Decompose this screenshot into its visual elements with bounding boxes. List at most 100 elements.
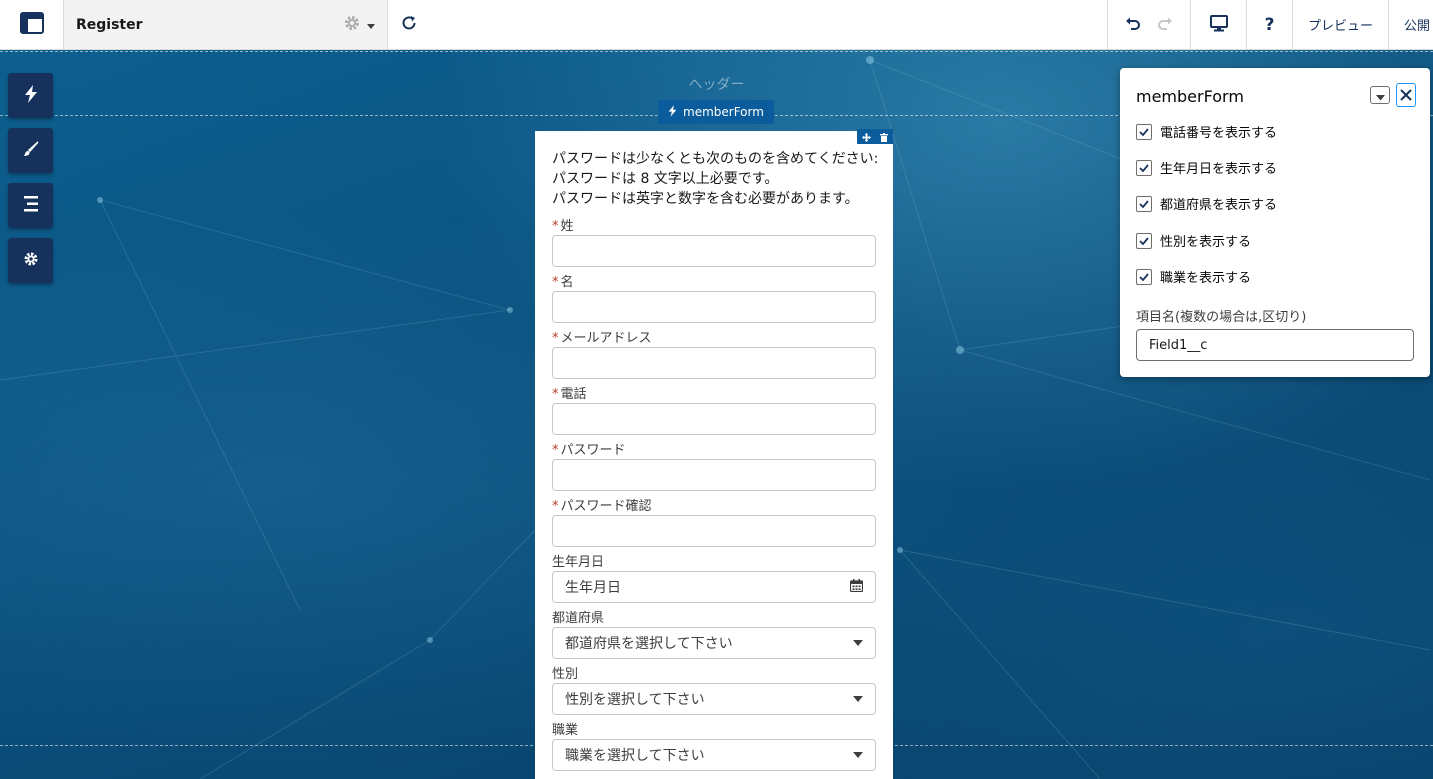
checkbox-label: 生年月日を表示する	[1160, 162, 1278, 177]
checkbox-checked-icon[interactable]	[1136, 123, 1152, 140]
lightning-icon	[668, 104, 677, 120]
label-text: パスワード	[560, 443, 626, 458]
label-text: 電話	[560, 387, 587, 402]
password-input[interactable]	[552, 459, 876, 491]
list-icon	[23, 195, 39, 217]
theme-panel-button[interactable]	[8, 128, 53, 173]
member-form-component[interactable]: パスワードは少なくとも次のものを含めてください: パスワードは 8 文字以上必要…	[535, 129, 893, 779]
show-gender-checkbox[interactable]: 性別を表示する	[1136, 231, 1251, 250]
required-marker: *	[552, 499, 559, 514]
password-confirm-input[interactable]	[552, 515, 876, 547]
birthday-label: 生年月日	[552, 555, 605, 570]
first-name-input[interactable]	[552, 291, 876, 323]
close-icon	[1400, 86, 1412, 105]
password-requirements: パスワードは少なくとも次のものを含めてください: パスワードは 8 文字以上必要…	[552, 149, 878, 209]
properties-menu-button[interactable]	[1370, 86, 1390, 104]
settings-panel-button[interactable]	[8, 238, 53, 283]
email-label: * メールアドレス	[552, 327, 652, 346]
calendar-icon[interactable]	[849, 578, 864, 596]
last-name-label: * 姓	[552, 215, 574, 234]
page-settings-menu[interactable]	[343, 14, 375, 36]
birthday-date-input[interactable]: 生年月日	[552, 571, 876, 603]
footer-region-label: フッター	[688, 770, 745, 779]
device-view-button[interactable]	[1191, 0, 1247, 49]
component-name: memberForm	[683, 105, 764, 119]
refresh-icon	[400, 14, 418, 36]
publish-button[interactable]: 公開	[1389, 0, 1433, 49]
layout-icon	[19, 11, 44, 38]
label-text: 姓	[560, 219, 574, 234]
undo-button[interactable]	[1124, 14, 1142, 36]
required-marker: *	[552, 443, 559, 458]
gender-value: 性別を選択して下さい	[565, 692, 705, 708]
close-button[interactable]	[1396, 83, 1416, 107]
layout-menu-button[interactable]	[0, 0, 64, 49]
prefecture-value: 都道府県を選択して下さい	[565, 636, 733, 652]
publish-label: 公開	[1404, 19, 1431, 34]
gender-label: 性別	[552, 667, 579, 682]
gender-select[interactable]: 性別を選択して下さい	[552, 683, 876, 715]
gear-icon	[23, 251, 39, 271]
show-phone-checkbox[interactable]: 電話番号を表示する	[1136, 122, 1277, 141]
paintbrush-icon	[23, 140, 39, 161]
required-marker: *	[552, 387, 559, 402]
builder-side-rail	[8, 73, 53, 293]
checkbox-label: 都道府県を表示する	[1160, 198, 1278, 213]
checkbox-checked-icon[interactable]	[1136, 195, 1152, 212]
refresh-button[interactable]	[388, 0, 430, 49]
components-panel-button[interactable]	[8, 73, 53, 118]
birthday-placeholder: 生年月日	[565, 580, 621, 596]
checkbox-checked-icon[interactable]	[1136, 232, 1152, 249]
email-input[interactable]	[552, 347, 876, 379]
last-name-input[interactable]	[552, 235, 876, 267]
caret-down-icon	[853, 691, 863, 707]
password-label: * パスワード	[552, 439, 626, 458]
required-marker: *	[552, 331, 559, 346]
preview-label: プレビュー	[1307, 19, 1373, 34]
occupation-label: 職業	[552, 723, 579, 738]
gear-icon	[343, 14, 361, 36]
page-structure-button[interactable]	[8, 183, 53, 228]
caret-down-icon	[1375, 86, 1385, 105]
password-rule: パスワードは少なくとも次のものを含めてください:	[552, 151, 879, 167]
caret-down-icon	[853, 635, 863, 651]
prefecture-label: 都道府県	[552, 611, 605, 626]
properties-title: memberForm	[1136, 87, 1244, 106]
checkbox-label: 職業を表示する	[1160, 271, 1252, 286]
required-marker: *	[552, 275, 559, 290]
checkbox-checked-icon[interactable]	[1136, 268, 1152, 285]
lightning-icon	[24, 84, 38, 107]
phone-input[interactable]	[552, 403, 876, 435]
show-prefecture-checkbox[interactable]: 都道府県を表示する	[1136, 194, 1277, 213]
undo-redo-group	[1107, 0, 1191, 49]
label-text: 名	[560, 275, 574, 290]
checkbox-checked-icon[interactable]	[1136, 159, 1152, 176]
show-birthday-checkbox[interactable]: 生年月日を表示する	[1136, 158, 1277, 177]
checkbox-label: 電話番号を表示する	[1160, 126, 1278, 141]
redo-button[interactable]	[1156, 14, 1174, 36]
undo-icon	[1126, 17, 1140, 30]
prefecture-select[interactable]: 都道府県を選択して下さい	[552, 627, 876, 659]
preview-button[interactable]: プレビュー	[1293, 0, 1389, 49]
builder-toolbar: Register ? プレビュー 公開	[0, 0, 1433, 50]
phone-label: * 電話	[552, 383, 587, 402]
password-rule: パスワードは 8 文字以上必要です。	[552, 171, 779, 187]
selected-component-badge[interactable]: memberForm	[658, 100, 774, 124]
required-marker: *	[552, 219, 559, 234]
component-properties-panel: memberForm 電話番号を表示する 生年月日を表示する 都道府県を表示する…	[1120, 68, 1430, 377]
caret-down-icon	[853, 747, 863, 763]
page-selector[interactable]: Register	[64, 0, 388, 49]
delete-icon[interactable]	[880, 127, 889, 146]
field-names-input[interactable]: Field1__c	[1136, 329, 1414, 361]
label-text: パスワード確認	[560, 499, 652, 514]
checkbox-label: 性別を表示する	[1160, 235, 1252, 250]
caret-down-icon	[367, 15, 375, 34]
show-occupation-checkbox[interactable]: 職業を表示する	[1136, 267, 1251, 286]
field-names-label: 項目名(複数の場合は,区切り)	[1136, 310, 1307, 325]
move-icon[interactable]	[861, 127, 871, 146]
help-button[interactable]: ?	[1247, 0, 1293, 49]
label-text: メールアドレス	[560, 331, 652, 346]
password-rule: パスワードは英字と数字を含む必要があります。	[552, 191, 859, 207]
first-name-label: * 名	[552, 271, 574, 290]
